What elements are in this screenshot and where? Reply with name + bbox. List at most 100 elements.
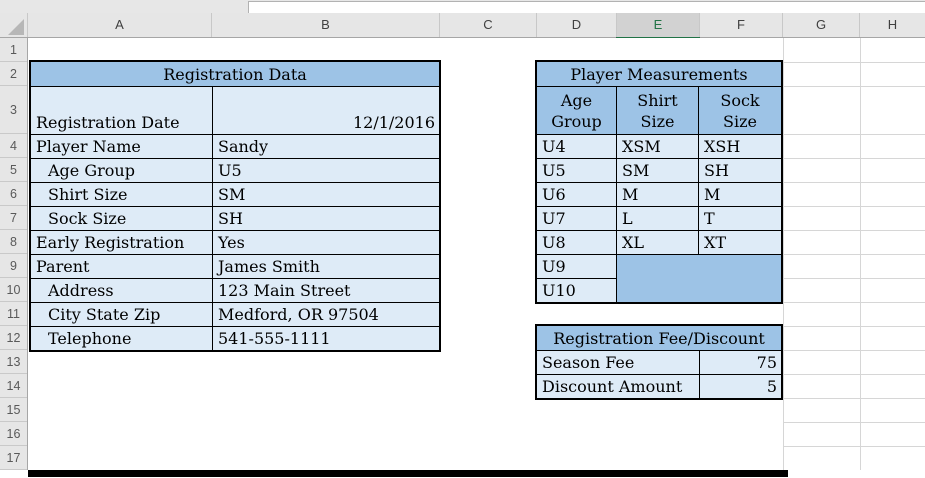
cell-E5[interactable]: SM (617, 158, 699, 182)
row-header-12[interactable]: 12 (0, 326, 27, 350)
header-line: Group (551, 111, 602, 131)
registration-table-title[interactable]: Registration Data (31, 62, 439, 86)
cell-E8[interactable]: XL (617, 230, 699, 254)
cell-D4[interactable]: U4 (537, 134, 617, 158)
header-line: Size (640, 111, 675, 131)
gridline-horizontal (783, 230, 925, 231)
row-header-4[interactable]: 4 (0, 134, 27, 158)
column-header-C[interactable]: C (440, 13, 537, 37)
gridline-horizontal (783, 446, 925, 447)
column-header-label: E (653, 17, 663, 32)
header-sock-size[interactable]: Sock Size (699, 86, 781, 134)
cell-B4[interactable]: Sandy (213, 134, 439, 158)
cell-B10[interactable]: 123 Main Street (213, 278, 439, 302)
cell-B3[interactable]: 12/1/2016 (213, 86, 439, 134)
cell-F4[interactable]: XSH (699, 134, 781, 158)
cell-A10[interactable]: Address (31, 278, 213, 302)
select-all-triangle-icon (8, 19, 24, 35)
column-header-H[interactable]: H (860, 13, 925, 37)
cell-F13[interactable]: 75 (700, 350, 781, 374)
cell-D5[interactable]: U5 (537, 158, 617, 182)
header-age-group[interactable]: Age Group (537, 86, 617, 134)
player-measurements-table: Player Measurements Age Group Shirt Size… (535, 60, 783, 304)
cell-B8[interactable]: Yes (213, 230, 439, 254)
header-line: Age (560, 90, 593, 110)
column-header-G[interactable]: G (783, 13, 860, 37)
cell-F7[interactable]: T (699, 206, 781, 230)
cell-A12[interactable]: Telephone (31, 326, 213, 350)
row-header-17[interactable]: 17 (0, 446, 27, 470)
row-header-10[interactable]: 10 (0, 278, 27, 302)
page-break-border (28, 470, 788, 477)
cell-E7[interactable]: L (617, 206, 699, 230)
gridline-horizontal (783, 62, 925, 63)
cell-A7[interactable]: Sock Size (31, 206, 213, 230)
excel-window: A B C D E F G H 1 2 3 4 5 6 7 8 9 10 11 … (0, 0, 925, 478)
gridline-horizontal (783, 278, 925, 279)
gridline-horizontal (783, 254, 925, 255)
cell-F6[interactable]: M (699, 182, 781, 206)
gridline-horizontal (783, 326, 925, 327)
cell-F5[interactable]: SH (699, 158, 781, 182)
cell-A4[interactable]: Player Name (31, 134, 213, 158)
row-header-2[interactable]: 2 (0, 62, 27, 86)
gridline-horizontal (783, 182, 925, 183)
header-shirt-size[interactable]: Shirt Size (617, 86, 699, 134)
header-line: Sock (720, 90, 760, 110)
cell-A11[interactable]: City State Zip (31, 302, 213, 326)
row-header-1[interactable]: 1 (0, 38, 27, 62)
formula-bar-strip (0, 0, 925, 13)
header-line: Shirt (637, 90, 678, 110)
row-header-5[interactable]: 5 (0, 158, 27, 182)
cell-A6[interactable]: Shirt Size (31, 182, 213, 206)
formula-bar-input[interactable] (248, 1, 925, 13)
gridline-horizontal (783, 350, 925, 351)
row-header-6[interactable]: 6 (0, 182, 27, 206)
cell-A9[interactable]: Parent (31, 254, 213, 278)
row-header-9[interactable]: 9 (0, 254, 27, 278)
column-header-band: A B C D E F G H (0, 13, 925, 40)
fee-table-title[interactable]: Registration Fee/Discount (537, 326, 781, 350)
column-header-F[interactable]: F (700, 13, 783, 37)
row-header-3[interactable]: 3 (0, 86, 27, 134)
cell-B7[interactable]: SH (213, 206, 439, 230)
cell-B9[interactable]: James Smith (213, 254, 439, 278)
column-header-B[interactable]: B (212, 13, 440, 37)
column-header-A[interactable]: A (28, 13, 212, 37)
select-all-button[interactable] (0, 13, 28, 37)
cell-F14[interactable]: 5 (700, 374, 781, 398)
row-header-14[interactable]: 14 (0, 374, 27, 398)
cell-E4[interactable]: XSM (617, 134, 699, 158)
blank-measurements-block[interactable] (617, 254, 781, 302)
row-header-8[interactable]: 8 (0, 230, 27, 254)
column-header-D[interactable]: D (537, 13, 617, 37)
row-header-15[interactable]: 15 (0, 398, 27, 422)
cell-A8[interactable]: Early Registration (31, 230, 213, 254)
row-header-7[interactable]: 7 (0, 206, 27, 230)
cell-D7[interactable]: U7 (537, 206, 617, 230)
cell-A3[interactable]: Registration Date (31, 86, 213, 134)
header-line: Size (723, 111, 757, 131)
row-header-16[interactable]: 16 (0, 422, 27, 446)
gridline-horizontal (783, 158, 925, 159)
cell-D9[interactable]: U9 (537, 254, 617, 278)
column-header-E-selected[interactable]: E (616, 13, 700, 40)
cell-D14[interactable]: Discount Amount (537, 374, 700, 398)
registration-fee-table: Registration Fee/Discount Season Fee 75 … (535, 324, 783, 400)
cell-A5[interactable]: Age Group (31, 158, 213, 182)
row-header-11[interactable]: 11 (0, 302, 27, 326)
gridline-horizontal (783, 374, 925, 375)
cell-D8[interactable]: U8 (537, 230, 617, 254)
cell-F8[interactable]: XT (699, 230, 781, 254)
row-header-13[interactable]: 13 (0, 350, 27, 374)
cell-E6[interactable]: M (617, 182, 699, 206)
cell-D13[interactable]: Season Fee (537, 350, 700, 374)
cell-B5[interactable]: U5 (213, 158, 439, 182)
measurements-table-title[interactable]: Player Measurements (537, 62, 781, 86)
cell-D6[interactable]: U6 (537, 182, 617, 206)
cell-B6[interactable]: SM (213, 182, 439, 206)
cell-D10[interactable]: U10 (537, 278, 617, 302)
cell-B12[interactable]: 541-555-1111 (213, 326, 439, 350)
gridline-horizontal (783, 302, 925, 303)
cell-B11[interactable]: Medford, OR 97504 (213, 302, 439, 326)
